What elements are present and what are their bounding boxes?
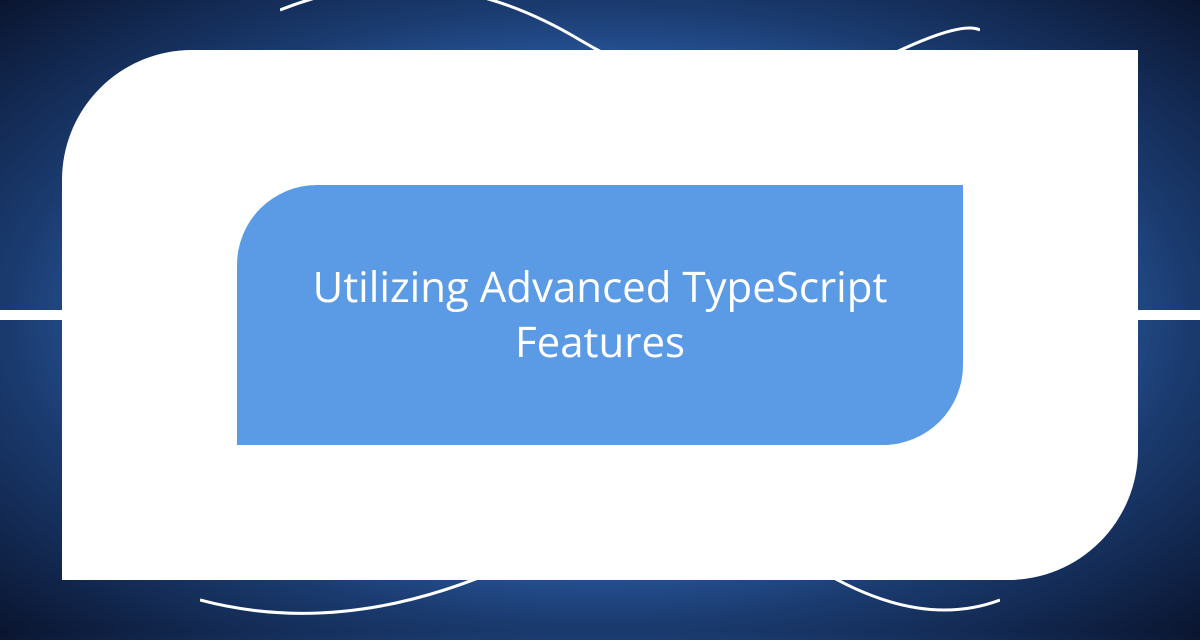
inner-blue-card: Utilizing Advanced TypeScript Features: [237, 185, 963, 445]
page-title: Utilizing Advanced TypeScript Features: [287, 260, 913, 369]
outer-white-card: Utilizing Advanced TypeScript Features: [62, 50, 1138, 580]
